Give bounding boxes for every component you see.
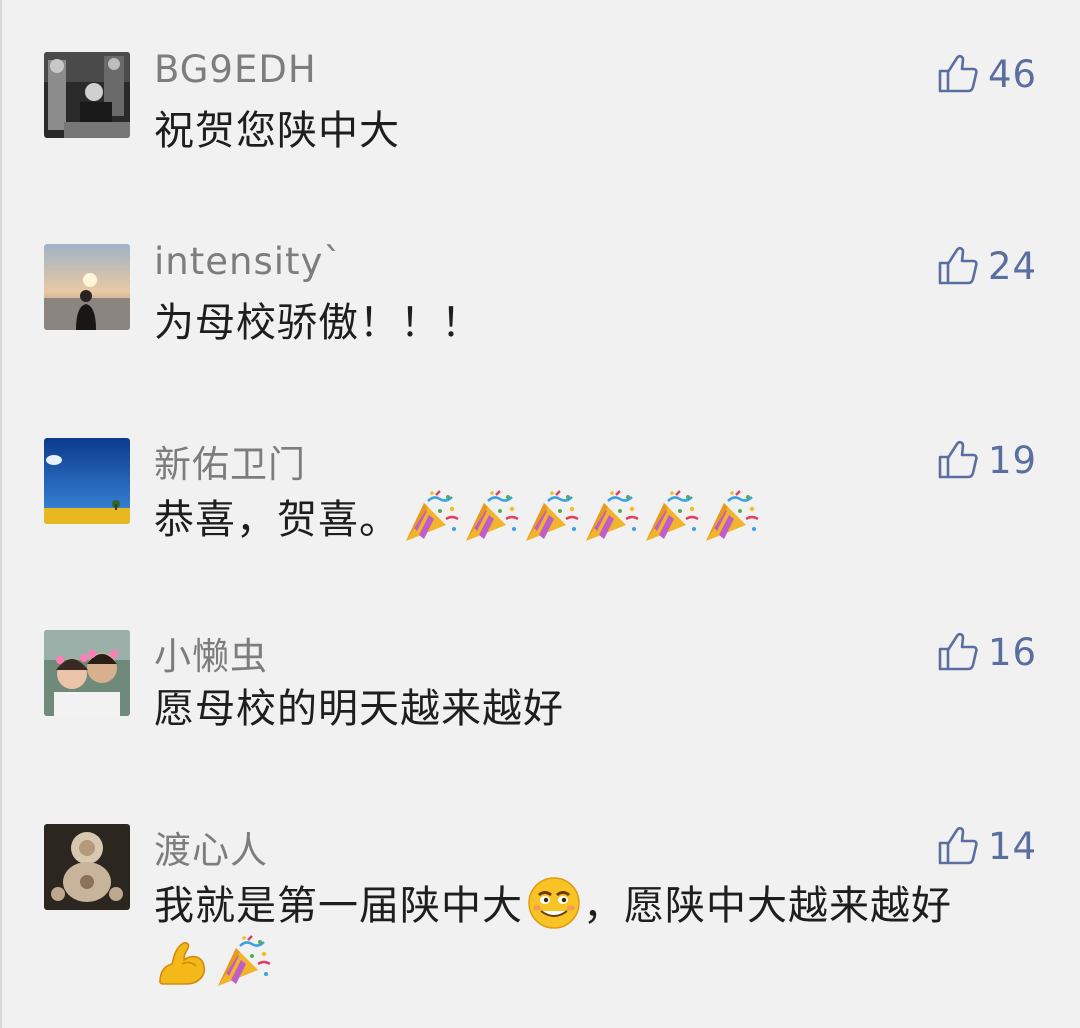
comment-text: 恭喜，贺喜。 (154, 489, 1034, 548)
like-button[interactable]: 46 (936, 50, 1037, 98)
comment-text: 愿母校的明天越来越好 (154, 681, 1034, 737)
like-button[interactable]: 24 (936, 242, 1037, 290)
username[interactable]: 新佑卫门 (154, 434, 306, 488)
grinning-face-emoji-icon (525, 875, 583, 931)
like-button[interactable]: 19 (936, 436, 1037, 484)
blue-sky-field-avatar-icon (44, 438, 130, 524)
like-count: 24 (988, 244, 1038, 288)
thumbs-up-icon (936, 53, 978, 95)
like-button[interactable]: 16 (936, 628, 1037, 676)
avatar[interactable] (44, 438, 130, 524)
comment-text-content: 我就是第一届陕中大 (154, 883, 523, 929)
comment-list: BG9EDH 祝贺您陕中大 46 intensity` 为母校骄傲！！！ 24 … (2, 0, 1080, 1028)
couple-selfie-avatar-icon (44, 630, 130, 716)
comment-text-content: 祝贺您陕中大 (154, 108, 400, 154)
party-popper-emoji-icon (522, 489, 580, 545)
avatar[interactable] (44, 52, 130, 138)
comment-text: 祝贺您陕中大 (154, 103, 1034, 159)
party-popper-emoji-icon (462, 489, 520, 545)
black-white-photo-avatar-icon (44, 52, 130, 138)
comment-text: 为母校骄傲！！！ (154, 295, 1034, 351)
thumbs-up-icon (936, 825, 978, 867)
comment-text-content: 为母校骄傲！！！ (154, 300, 482, 346)
sunset-portrait-avatar-icon (44, 244, 130, 330)
like-count: 19 (988, 438, 1038, 482)
username[interactable]: 渡心人 (154, 820, 268, 874)
like-button[interactable]: 14 (936, 822, 1037, 870)
thumbs-up-icon (936, 439, 978, 481)
thumbs-up-icon (936, 631, 978, 673)
username[interactable]: intensity` (154, 240, 343, 283)
username[interactable]: 小懒虫 (154, 626, 268, 680)
flexed-biceps-emoji-icon (154, 934, 212, 990)
avatar[interactable] (44, 244, 130, 330)
comment-text-content: ，愿陕中大越来越好 (583, 883, 952, 929)
avatar[interactable] (44, 824, 130, 910)
party-popper-emoji-icon (214, 934, 272, 990)
thumbs-up-icon (936, 245, 978, 287)
username[interactable]: BG9EDH (154, 48, 317, 91)
avatar[interactable] (44, 630, 130, 716)
like-count: 14 (988, 824, 1038, 868)
buddha-figure-avatar-icon (44, 824, 130, 910)
like-count: 46 (988, 52, 1038, 96)
comment-text-content: 愿母校的明天越来越好 (154, 686, 564, 732)
like-count: 16 (988, 630, 1038, 674)
party-popper-emoji-icon (402, 489, 460, 545)
comment-text: 我就是第一届陕中大 ，愿陕中大越来越好 (154, 875, 1034, 993)
party-popper-emoji-icon (582, 489, 640, 545)
party-popper-emoji-icon (642, 489, 700, 545)
party-popper-emoji-icon (702, 489, 760, 545)
comment-text-content: 恭喜，贺喜。 (154, 497, 400, 543)
